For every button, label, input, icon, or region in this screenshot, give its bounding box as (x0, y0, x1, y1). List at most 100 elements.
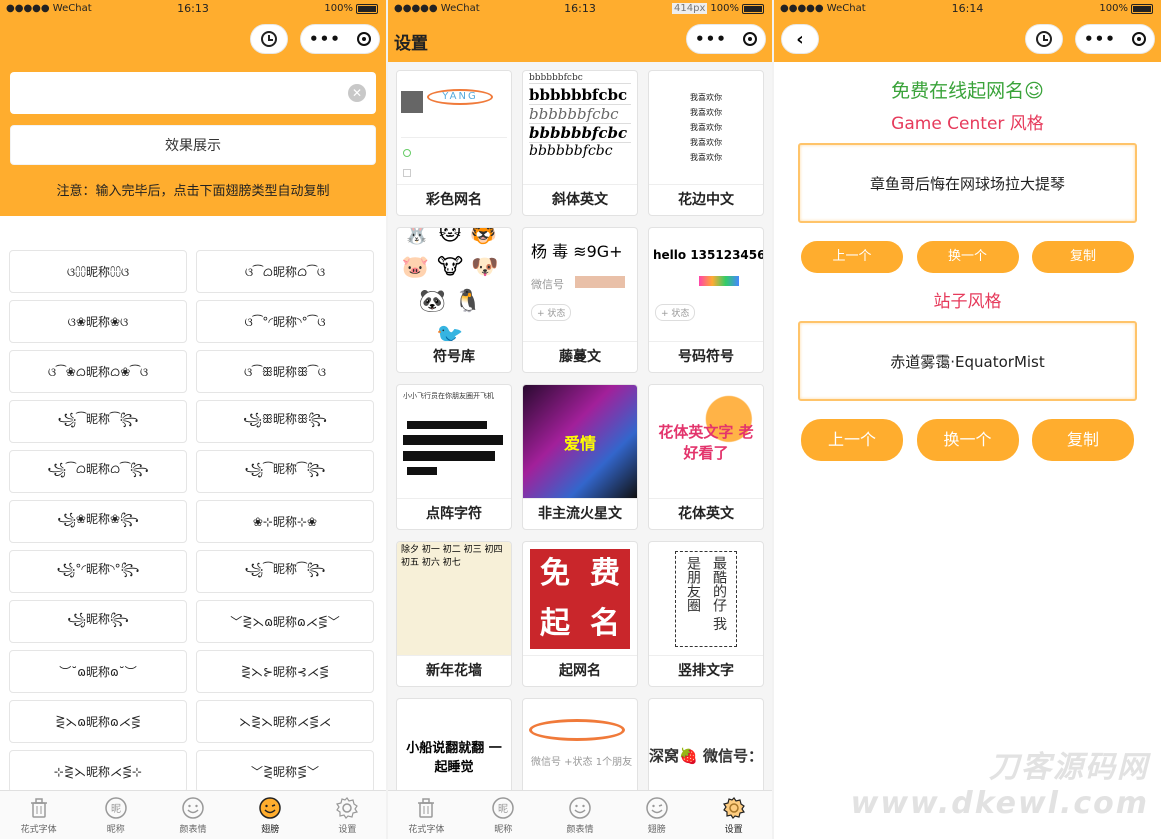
page-title: 设置 (394, 34, 428, 54)
wing-name-item[interactable]: ଓ⁀❀ᜊ昵称ᜊ❀⁀ଓ (9, 350, 187, 393)
avatar (401, 91, 423, 113)
more-icon[interactable]: ••• (695, 30, 727, 48)
tab-label: 昵称 (106, 824, 125, 835)
nickname-icon: 昵 (104, 796, 128, 820)
tab-label: 花式字体 (408, 824, 445, 835)
wing-name-item[interactable]: ꧁昵称꧂ (9, 600, 187, 643)
change-button[interactable]: 换一个 (916, 241, 1019, 273)
wing-name-item[interactable]: ⋛⋋ɷ昵称ɷ⋌⋚ (9, 700, 187, 743)
battery-percent: 100% (710, 3, 739, 14)
wing-name-item[interactable]: ❀⊹昵称⊹❀ (196, 500, 374, 543)
tab-smile[interactable]: 颜表情 (154, 791, 231, 839)
miniapp-capsule: ••• (300, 24, 380, 54)
clock-icon (261, 31, 277, 47)
card-label: 斜体英文 (523, 184, 637, 215)
name-generator-page: ●●●●● WeChat 16:14 100% ‹ ••• 免费在线起网名😉 G… (774, 0, 1161, 839)
change-button[interactable]: 换一个 (916, 419, 1019, 461)
tab-nickname[interactable]: 昵昵称 (465, 791, 542, 839)
generated-name-box[interactable]: 章鱼哥后悔在网球场拉大提琴 (798, 143, 1137, 223)
tab-label: 昵称 (494, 824, 513, 835)
wing-name-item[interactable]: ꧁⁀昵称⁀꧂ (9, 400, 187, 443)
clear-icon[interactable]: ✕ (348, 84, 366, 102)
page-heading: 免费在线起网名😉 (891, 80, 1044, 102)
wing-name-item[interactable]: ꧁⁀ᜊ昵称ᜊ⁀꧂ (9, 450, 187, 493)
wing-name-item[interactable]: ꧁⁀昵称⁀꧂ (196, 550, 374, 593)
prev-button[interactable]: 上一个 (801, 419, 903, 461)
card-label: 花边中文 (649, 184, 763, 215)
card-number-symbol[interactable]: hello 13512345678 + 状态 号码符号 (648, 227, 764, 373)
card-label: 彩色网名 (397, 184, 511, 215)
tab-trash[interactable]: 花式字体 (0, 791, 77, 839)
card-fancy-english[interactable]: 花体英文字 老好看了 花体英文 (648, 384, 764, 530)
card-vertical-text[interactable]: 最酷的仔 我是朋友圈 竖排文字 (648, 541, 764, 687)
status-bar: ●●●●● WeChat 16:13 100% (0, 0, 386, 17)
wing-name-item[interactable]: ꧁⁀昵称⁀꧂ (196, 450, 374, 493)
card-italic-english[interactable]: bbbbbbfcbc bbbbbbfcbc bbbbbbfcbc bbbbbbf… (522, 70, 638, 216)
preview-text: 🐰🐱🐯🐷🐮🐶🐼🐧🐦 (401, 228, 507, 341)
wing-name-item[interactable]: ⋛⋋⊱昵称⊰⋌⋚ (196, 650, 374, 693)
close-miniapp-icon[interactable] (742, 32, 757, 46)
tab-nickname[interactable]: 昵昵称 (77, 791, 154, 839)
wing-name-item[interactable]: ଓ❀昵称❀ଓ (9, 300, 187, 343)
tab-label: 设置 (724, 824, 743, 835)
wing-name-item[interactable]: ଓ⩇⩇昵称⩇⩇ଓ (9, 250, 187, 293)
wing-name-item[interactable]: ଓ⁀ꕥ昵称ꕥ⁀ଓ (196, 350, 374, 393)
wing-name-item[interactable]: ﹀⋛⋋ɷ昵称ɷ⋌⋚﹀ (196, 600, 374, 643)
wing-name-item[interactable]: ꧁❀昵称❀꧂ (9, 500, 187, 543)
show-effect-button[interactable]: 效果展示 (10, 125, 376, 165)
clock-icon (1036, 31, 1052, 47)
card-make-name[interactable]: 免费起名 起网名 (522, 541, 638, 687)
tab-gear[interactable]: 设置 (309, 791, 386, 839)
tab-label: 翅膀 (261, 824, 280, 835)
tab-wink[interactable]: 翅膀 (232, 791, 309, 839)
preview-text: 爱情 (523, 385, 637, 498)
battery-icon (356, 3, 378, 14)
more-icon[interactable]: ••• (1084, 30, 1116, 48)
wing-name-item[interactable]: ︶˘ɷ昵称ɷ˘︶ (9, 650, 187, 693)
more-icon[interactable]: ••• (309, 30, 341, 48)
card-new-year-wall[interactable]: 除夕 初一 初二 初三 初四 初五 初六 初七 新年花墙 (396, 541, 512, 687)
tab-label: 花式字体 (20, 824, 57, 835)
close-miniapp-icon[interactable] (1131, 32, 1146, 46)
card-vine-text[interactable]: 杨 毒 ≋9G+ 微信号 + 状态 藤蔓文 (522, 227, 638, 373)
status-bar: ●●●●● WeChat 16:14 100% (774, 0, 1161, 17)
card-label: 符号库 (397, 341, 511, 372)
card-mars-text[interactable]: 爱情 非主流火星文 (522, 384, 638, 530)
card-lace-chinese[interactable]: 我喜欢你 我喜欢你 我喜欢你 我喜欢你 我喜欢你 花边中文 (648, 70, 764, 216)
navbar: 设置 ••• (388, 17, 772, 62)
generated-name-box[interactable]: 赤道雾霭·EquatorMist (798, 321, 1137, 401)
card-label: 点阵字符 (397, 498, 511, 529)
copy-button[interactable]: 复制 (1032, 419, 1134, 461)
wing-name-item[interactable]: ଓ⁀°◜昵称◝°⁀ଓ (196, 300, 374, 343)
card-symbol-library[interactable]: 🐰🐱🐯🐷🐮🐶🐼🐧🐦 符号库 (396, 227, 512, 373)
tab-trash[interactable]: 花式字体 (388, 791, 465, 839)
history-button[interactable] (250, 24, 288, 54)
wing-name-item[interactable]: ⊹⋛⋋昵称⋌⋚⊹ (9, 750, 187, 793)
back-button[interactable]: ‹ (781, 24, 819, 54)
status-bar: ●●●●● WeChat 16:13 414px 100% (388, 0, 772, 17)
tab-gear[interactable]: 设置 (695, 791, 772, 839)
tab-label: 颜表情 (566, 824, 594, 835)
wing-name-item[interactable]: ꧁ꕥ昵称ꕥ꧂ (196, 400, 374, 443)
card-dot-matrix[interactable]: 小小飞行员在你朋友圈开飞机 点阵字符 (396, 384, 512, 530)
tab-smile[interactable]: 颜表情 (542, 791, 619, 839)
tab-wink[interactable]: 翅膀 (618, 791, 695, 839)
nickname-input[interactable] (10, 72, 376, 114)
wing-name-item[interactable]: ⋋⋛⋋昵称⋌⋚⋌ (196, 700, 374, 743)
card-label: 藤蔓文 (523, 341, 637, 372)
wing-name-item[interactable]: ﹀⋛昵称⋚﹀ (196, 750, 374, 793)
preview-text: 最酷的仔 我是朋友圈 (675, 550, 737, 647)
battery-percent: 100% (324, 3, 353, 14)
wing-name-item[interactable]: ଓ⁀ᜊ昵称ᜊ⁀ଓ (196, 250, 374, 293)
card-color-name[interactable]: YANG 彩色网名 (396, 70, 512, 216)
wing-name-item[interactable]: ꧁°◜昵称◝°꧂ (9, 550, 187, 593)
card-label: 新年花墙 (397, 655, 511, 686)
history-button[interactable] (1025, 24, 1063, 54)
tab-label: 设置 (338, 824, 357, 835)
copy-button[interactable]: 复制 (1032, 241, 1134, 273)
seal-logo: 免费起名 (530, 548, 630, 649)
preview-text: 花体英文字 老好看了 (649, 385, 763, 498)
watermark: 刀客源码网 www.dkewl.com (850, 750, 1149, 821)
prev-button[interactable]: 上一个 (801, 241, 903, 273)
close-miniapp-icon[interactable] (356, 32, 371, 46)
